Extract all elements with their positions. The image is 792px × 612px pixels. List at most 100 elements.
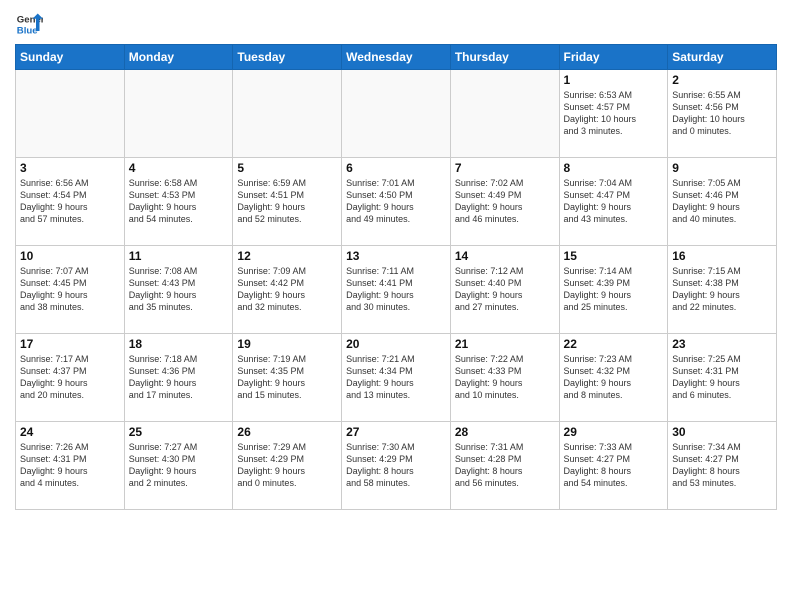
day-info: Sunrise: 7:19 AM Sunset: 4:35 PM Dayligh… (237, 353, 337, 402)
calendar-cell: 29 Sunrise: 7:33 AM Sunset: 4:27 PM Dayli… (559, 422, 668, 510)
day-number: 15 (564, 249, 664, 263)
day-number: 4 (129, 161, 229, 175)
calendar-table: SundayMondayTuesdayWednesdayThursdayFrid… (15, 44, 777, 510)
day-number: 28 (455, 425, 555, 439)
day-number: 26 (237, 425, 337, 439)
calendar-cell: 18 Sunrise: 7:18 AM Sunset: 4:36 PM Dayli… (124, 334, 233, 422)
day-number: 1 (564, 73, 664, 87)
day-info: Sunrise: 7:30 AM Sunset: 4:29 PM Dayligh… (346, 441, 446, 490)
calendar-cell: 7 Sunrise: 7:02 AM Sunset: 4:49 PM Daylig… (450, 158, 559, 246)
day-info: Sunrise: 7:02 AM Sunset: 4:49 PM Dayligh… (455, 177, 555, 226)
day-number: 8 (564, 161, 664, 175)
day-info: Sunrise: 7:01 AM Sunset: 4:50 PM Dayligh… (346, 177, 446, 226)
day-info: Sunrise: 6:53 AM Sunset: 4:57 PM Dayligh… (564, 89, 664, 138)
day-info: Sunrise: 6:56 AM Sunset: 4:54 PM Dayligh… (20, 177, 120, 226)
day-info: Sunrise: 7:08 AM Sunset: 4:43 PM Dayligh… (129, 265, 229, 314)
calendar-cell: 14 Sunrise: 7:12 AM Sunset: 4:40 PM Dayli… (450, 246, 559, 334)
weekday-header: Monday (124, 45, 233, 70)
calendar-cell: 1 Sunrise: 6:53 AM Sunset: 4:57 PM Daylig… (559, 70, 668, 158)
calendar-cell: 17 Sunrise: 7:17 AM Sunset: 4:37 PM Dayli… (16, 334, 125, 422)
day-info: Sunrise: 7:17 AM Sunset: 4:37 PM Dayligh… (20, 353, 120, 402)
day-number: 25 (129, 425, 229, 439)
day-number: 29 (564, 425, 664, 439)
calendar-cell (450, 70, 559, 158)
calendar-cell: 27 Sunrise: 7:30 AM Sunset: 4:29 PM Dayli… (342, 422, 451, 510)
day-number: 9 (672, 161, 772, 175)
calendar-cell (124, 70, 233, 158)
calendar-cell: 5Sunrise: 6:59 AM Sunset: 4:51 PM Daylig… (233, 158, 342, 246)
calendar-cell: 23 Sunrise: 7:25 AM Sunset: 4:31 PM Dayli… (668, 334, 777, 422)
calendar-cell: 12 Sunrise: 7:09 AM Sunset: 4:42 PM Dayli… (233, 246, 342, 334)
day-number: 2 (672, 73, 772, 87)
day-number: 19 (237, 337, 337, 351)
header: General Blue (15, 10, 777, 38)
weekday-header: Wednesday (342, 45, 451, 70)
day-number: 14 (455, 249, 555, 263)
day-number: 17 (20, 337, 120, 351)
day-number: 13 (346, 249, 446, 263)
day-info: Sunrise: 7:09 AM Sunset: 4:42 PM Dayligh… (237, 265, 337, 314)
week-row: 24 Sunrise: 7:26 AM Sunset: 4:31 PM Dayli… (16, 422, 777, 510)
day-info: Sunrise: 7:12 AM Sunset: 4:40 PM Dayligh… (455, 265, 555, 314)
calendar-cell: 22Sunrise: 7:23 AM Sunset: 4:32 PM Dayli… (559, 334, 668, 422)
weekday-header: Sunday (16, 45, 125, 70)
day-info: Sunrise: 7:29 AM Sunset: 4:29 PM Dayligh… (237, 441, 337, 490)
calendar-cell (342, 70, 451, 158)
day-info: Sunrise: 7:33 AM Sunset: 4:27 PM Dayligh… (564, 441, 664, 490)
day-info: Sunrise: 7:27 AM Sunset: 4:30 PM Dayligh… (129, 441, 229, 490)
day-info: Sunrise: 7:21 AM Sunset: 4:34 PM Dayligh… (346, 353, 446, 402)
logo: General Blue (15, 10, 43, 38)
calendar-cell: 13 Sunrise: 7:11 AM Sunset: 4:41 PM Dayli… (342, 246, 451, 334)
day-number: 16 (672, 249, 772, 263)
day-number: 5 (237, 161, 337, 175)
day-number: 12 (237, 249, 337, 263)
day-info: Sunrise: 6:58 AM Sunset: 4:53 PM Dayligh… (129, 177, 229, 226)
calendar-cell: 24 Sunrise: 7:26 AM Sunset: 4:31 PM Dayli… (16, 422, 125, 510)
day-info: Sunrise: 7:11 AM Sunset: 4:41 PM Dayligh… (346, 265, 446, 314)
calendar-cell (16, 70, 125, 158)
svg-text:Blue: Blue (17, 26, 38, 37)
day-number: 7 (455, 161, 555, 175)
weekday-header: Friday (559, 45, 668, 70)
day-number: 30 (672, 425, 772, 439)
calendar-cell: 28 Sunrise: 7:31 AM Sunset: 4:28 PM Dayli… (450, 422, 559, 510)
calendar-cell: 21 Sunrise: 7:22 AM Sunset: 4:33 PM Dayli… (450, 334, 559, 422)
day-number: 20 (346, 337, 446, 351)
calendar-cell (233, 70, 342, 158)
day-info: Sunrise: 7:14 AM Sunset: 4:39 PM Dayligh… (564, 265, 664, 314)
calendar-cell: 9 Sunrise: 7:05 AM Sunset: 4:46 PM Daylig… (668, 158, 777, 246)
calendar-cell: 19 Sunrise: 7:19 AM Sunset: 4:35 PM Dayli… (233, 334, 342, 422)
calendar-cell: 3Sunrise: 6:56 AM Sunset: 4:54 PM Daylig… (16, 158, 125, 246)
day-info: Sunrise: 7:18 AM Sunset: 4:36 PM Dayligh… (129, 353, 229, 402)
week-row: 10Sunrise: 7:07 AM Sunset: 4:45 PM Dayli… (16, 246, 777, 334)
day-number: 27 (346, 425, 446, 439)
weekday-header: Thursday (450, 45, 559, 70)
calendar-cell: 15 Sunrise: 7:14 AM Sunset: 4:39 PM Dayli… (559, 246, 668, 334)
calendar-cell: 10Sunrise: 7:07 AM Sunset: 4:45 PM Dayli… (16, 246, 125, 334)
calendar-cell: 25 Sunrise: 7:27 AM Sunset: 4:30 PM Dayli… (124, 422, 233, 510)
day-info: Sunrise: 6:55 AM Sunset: 4:56 PM Dayligh… (672, 89, 772, 138)
page: General Blue SundayMondayTuesdayWednesda… (0, 0, 792, 612)
day-info: Sunrise: 7:04 AM Sunset: 4:47 PM Dayligh… (564, 177, 664, 226)
day-number: 23 (672, 337, 772, 351)
day-number: 18 (129, 337, 229, 351)
day-number: 24 (20, 425, 120, 439)
week-row: 1 Sunrise: 6:53 AM Sunset: 4:57 PM Daylig… (16, 70, 777, 158)
day-info: Sunrise: 7:25 AM Sunset: 4:31 PM Dayligh… (672, 353, 772, 402)
header-row: SundayMondayTuesdayWednesdayThursdayFrid… (16, 45, 777, 70)
day-info: Sunrise: 7:05 AM Sunset: 4:46 PM Dayligh… (672, 177, 772, 226)
calendar-cell: 6Sunrise: 7:01 AM Sunset: 4:50 PM Daylig… (342, 158, 451, 246)
day-number: 21 (455, 337, 555, 351)
calendar-cell: 20 Sunrise: 7:21 AM Sunset: 4:34 PM Dayli… (342, 334, 451, 422)
day-info: Sunrise: 7:26 AM Sunset: 4:31 PM Dayligh… (20, 441, 120, 490)
weekday-header: Saturday (668, 45, 777, 70)
calendar-cell: 11Sunrise: 7:08 AM Sunset: 4:43 PM Dayli… (124, 246, 233, 334)
week-row: 3Sunrise: 6:56 AM Sunset: 4:54 PM Daylig… (16, 158, 777, 246)
calendar-cell: 2 Sunrise: 6:55 AM Sunset: 4:56 PM Daylig… (668, 70, 777, 158)
calendar-cell: 4 Sunrise: 6:58 AM Sunset: 4:53 PM Daylig… (124, 158, 233, 246)
day-number: 10 (20, 249, 120, 263)
calendar-cell: 16Sunrise: 7:15 AM Sunset: 4:38 PM Dayli… (668, 246, 777, 334)
day-info: Sunrise: 7:22 AM Sunset: 4:33 PM Dayligh… (455, 353, 555, 402)
day-info: Sunrise: 7:31 AM Sunset: 4:28 PM Dayligh… (455, 441, 555, 490)
calendar-cell: 8 Sunrise: 7:04 AM Sunset: 4:47 PM Daylig… (559, 158, 668, 246)
